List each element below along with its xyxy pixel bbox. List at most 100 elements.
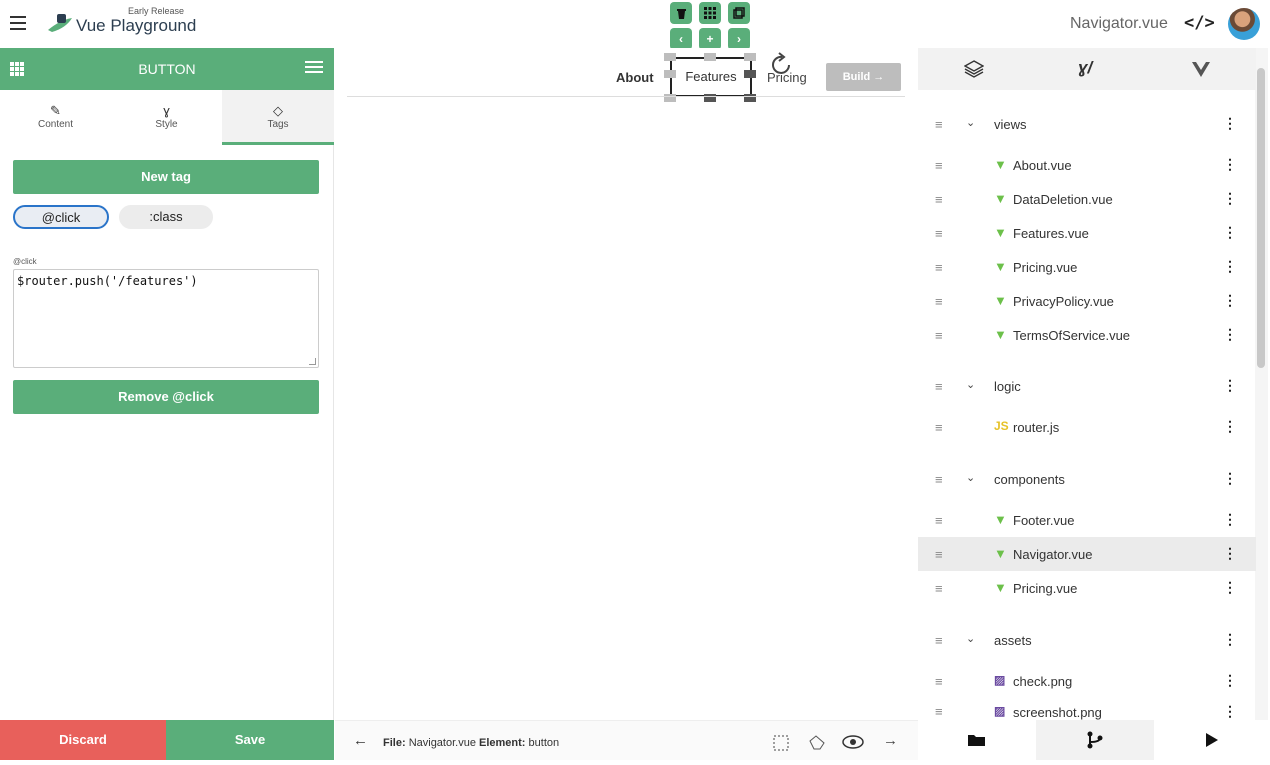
file-row[interactable]: ≡ JS router.js ⋮ [918, 410, 1256, 444]
back-arrow-icon[interactable]: ← [353, 732, 368, 749]
resize-handle-top-right[interactable] [744, 53, 756, 61]
more-options-icon[interactable]: ⋮ [1223, 326, 1237, 343]
vue-logo-icon[interactable] [1192, 62, 1210, 77]
resize-handle-icon[interactable] [309, 358, 316, 365]
more-options-icon[interactable]: ⋮ [1223, 511, 1237, 528]
drag-handle-icon[interactable]: ≡ [935, 117, 943, 132]
chevron-down-icon[interactable]: ⌄ [966, 116, 975, 129]
more-options-icon[interactable]: ⋮ [1223, 545, 1237, 562]
tag-value-textarea[interactable]: $router.push('/features') [13, 269, 319, 368]
file-row[interactable]: ≡ ▼ TermsOfService.vue ⋮ [918, 318, 1256, 352]
file-row[interactable]: ≡ ▼ About.vue ⋮ [918, 148, 1256, 182]
refresh-icon[interactable] [769, 52, 795, 78]
discard-button[interactable]: Discard [0, 720, 166, 760]
file-row[interactable]: ≡ ▼ DataDeletion.vue ⋮ [918, 182, 1256, 216]
more-options-icon[interactable]: ⋮ [1223, 418, 1237, 435]
file-label: DataDeletion.vue [1013, 192, 1113, 207]
delete-element-button[interactable] [670, 2, 692, 24]
drag-handle-icon[interactable]: ≡ [935, 547, 943, 562]
more-options-icon[interactable]: ⋮ [1223, 156, 1237, 173]
tab-style[interactable]: ɣ Style [111, 90, 222, 145]
folder-assets[interactable]: ≡ ⌄ assets ⋮ [918, 623, 1256, 657]
avatar[interactable] [1228, 8, 1260, 40]
folder-logic[interactable]: ≡ ⌄ logic ⋮ [918, 369, 1256, 403]
more-options-icon[interactable]: ⋮ [1223, 631, 1237, 648]
build-button[interactable]: Build → [826, 63, 901, 91]
select-area-icon[interactable] [772, 734, 790, 752]
folder-views[interactable]: ≡ ⌄ views ⋮ [918, 107, 1256, 141]
drag-handle-icon[interactable]: ≡ [935, 158, 943, 173]
drag-handle-icon[interactable]: ≡ [935, 328, 943, 343]
duplicate-element-button[interactable] [728, 2, 750, 24]
resize-handle-top[interactable] [704, 53, 716, 61]
resize-handle-left[interactable] [664, 70, 676, 78]
file-label: PrivacyPolicy.vue [1013, 294, 1114, 309]
drag-handle-icon[interactable]: ≡ [935, 674, 943, 689]
pointer-hand-icon[interactable] [806, 733, 828, 753]
play-icon[interactable] [1154, 720, 1270, 760]
js-file-icon: JS [994, 419, 1009, 433]
move-left-button[interactable]: ‹ [670, 28, 692, 50]
more-options-icon[interactable]: ⋮ [1223, 470, 1237, 487]
drag-handle-icon[interactable]: ≡ [935, 420, 943, 435]
drag-handle-icon[interactable]: ≡ [935, 294, 943, 309]
nav-link-about[interactable]: About [616, 70, 654, 85]
menu-icon[interactable] [10, 16, 26, 30]
more-options-icon[interactable]: ⋮ [1223, 292, 1237, 309]
style-panel-icon[interactable]: ɣ/ [1078, 58, 1092, 78]
tab-tags[interactable]: ◇ Tags [222, 90, 334, 145]
drag-handle-icon[interactable]: ≡ [935, 379, 943, 394]
file-label: About.vue [1013, 158, 1072, 173]
file-row-active[interactable]: ≡ ▼ Navigator.vue ⋮ [918, 537, 1256, 571]
drag-handle-icon[interactable]: ≡ [935, 581, 943, 596]
drag-handle-icon[interactable]: ≡ [935, 633, 943, 648]
more-options-icon[interactable]: ⋮ [1223, 115, 1237, 132]
file-row[interactable]: ≡ ▼ Pricing.vue ⋮ [918, 571, 1256, 605]
drag-handle-icon[interactable]: ≡ [935, 226, 943, 241]
drag-handle-icon[interactable]: ≡ [935, 513, 943, 528]
file-row[interactable]: ≡ ▼ Footer.vue ⋮ [918, 503, 1256, 537]
remove-tag-button[interactable]: Remove @click [13, 380, 319, 414]
git-branch-icon[interactable] [1036, 720, 1154, 760]
tag-pill-class[interactable]: :class [119, 205, 213, 229]
save-button[interactable]: Save [166, 720, 334, 760]
sliders-icon[interactable] [305, 61, 323, 77]
layers-icon[interactable] [964, 60, 984, 78]
more-options-icon[interactable]: ⋮ [1223, 258, 1237, 275]
file-row[interactable]: ≡ ▨ screenshot.png ⋮ [918, 698, 1256, 720]
move-right-button[interactable]: › [728, 28, 750, 50]
more-options-icon[interactable]: ⋮ [1223, 377, 1237, 394]
chevron-down-icon[interactable]: ⌄ [966, 471, 975, 484]
more-options-icon[interactable]: ⋮ [1223, 224, 1237, 241]
grid-layout-button[interactable] [699, 2, 721, 24]
file-row[interactable]: ≡ ▼ Features.vue ⋮ [918, 216, 1256, 250]
resize-handle-right[interactable] [744, 70, 756, 78]
drag-handle-icon[interactable]: ≡ [935, 260, 943, 275]
file-row[interactable]: ≡ ▨ check.png ⋮ [918, 664, 1256, 698]
scrollbar-thumb[interactable] [1257, 68, 1265, 368]
more-options-icon[interactable]: ⋮ [1223, 579, 1237, 596]
forward-arrow-icon[interactable]: → [883, 732, 898, 749]
nav-divider [347, 96, 905, 97]
more-options-icon[interactable]: ⋮ [1223, 672, 1237, 689]
folder-components[interactable]: ≡ ⌄ components ⋮ [918, 462, 1256, 496]
eye-icon[interactable] [842, 734, 864, 750]
file-label: Features.vue [1013, 226, 1089, 241]
drag-handle-icon[interactable]: ≡ [935, 192, 943, 207]
drag-handle-icon[interactable]: ≡ [935, 472, 943, 487]
tag-pill-click[interactable]: @click [13, 205, 109, 229]
new-tag-button[interactable]: New tag [13, 160, 319, 194]
code-view-icon[interactable]: </> [1184, 13, 1215, 33]
folder-open-icon[interactable] [918, 720, 1036, 760]
add-element-button[interactable]: + [699, 28, 721, 50]
tab-content[interactable]: ✎ Content [0, 90, 111, 145]
chevron-down-icon[interactable]: ⌄ [966, 632, 975, 645]
more-options-icon[interactable]: ⋮ [1223, 703, 1237, 720]
file-row[interactable]: ≡ ▼ PrivacyPolicy.vue ⋮ [918, 284, 1256, 318]
file-row[interactable]: ≡ ▼ Pricing.vue ⋮ [918, 250, 1256, 284]
chevron-down-icon[interactable]: ⌄ [966, 378, 975, 391]
resize-handle-top-left[interactable] [664, 53, 676, 61]
nav-link-features-selected[interactable]: Features [670, 57, 752, 97]
drag-handle-icon[interactable]: ≡ [935, 704, 943, 719]
more-options-icon[interactable]: ⋮ [1223, 190, 1237, 207]
